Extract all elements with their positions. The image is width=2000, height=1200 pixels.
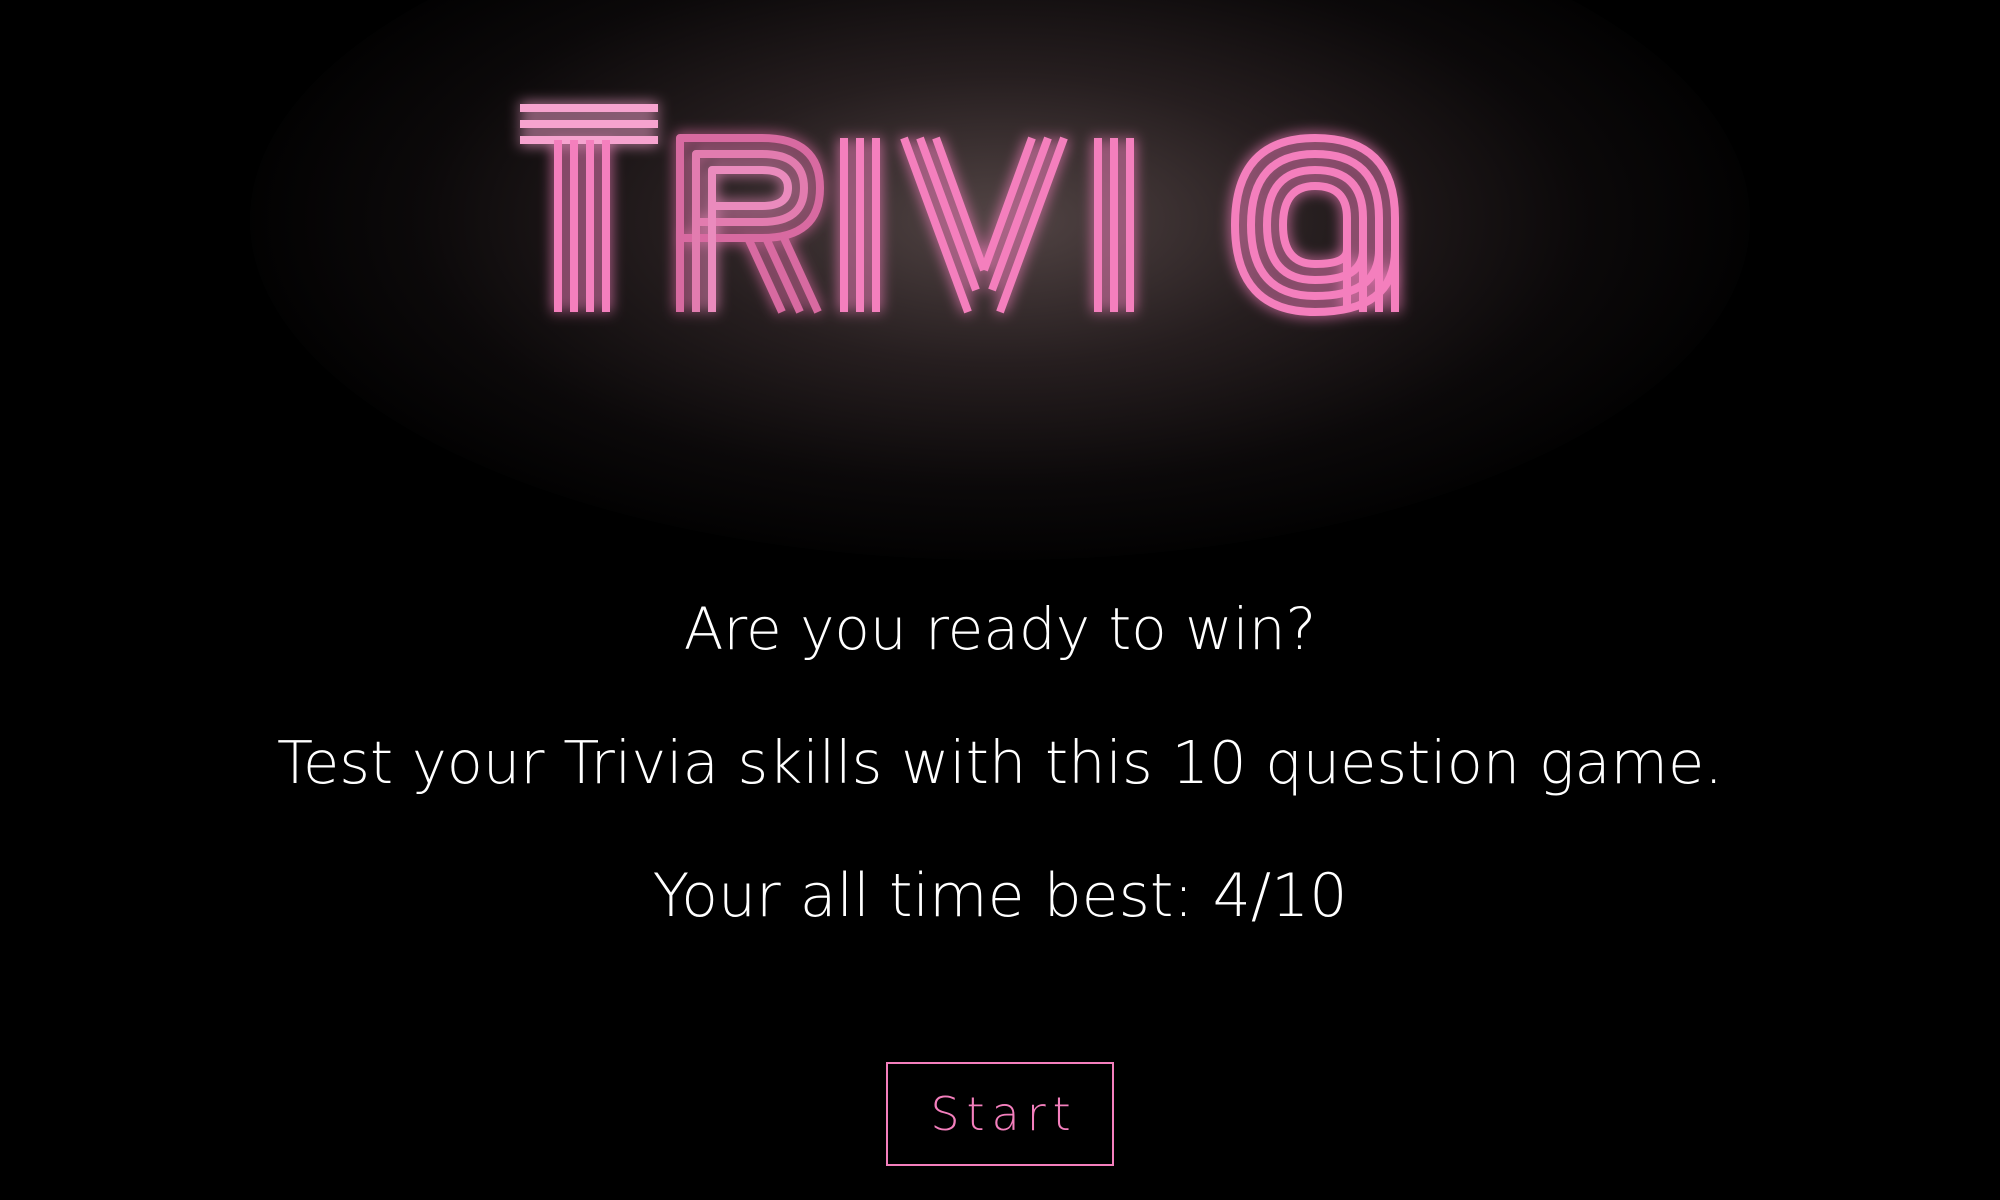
logo-letter-i-2 [1094, 138, 1134, 312]
logo-letter-t [520, 104, 658, 312]
start-screen: Are you ready to win? Test your Trivia s… [0, 0, 2000, 1200]
logo-letter-i [840, 138, 880, 312]
ready-prompt: Are you ready to win? [683, 595, 1317, 663]
best-score: Your all time best: 4/10 [652, 861, 1348, 931]
trivia-logo [520, 104, 1399, 316]
logo-letter-a [1231, 134, 1399, 316]
logo-letter-v [900, 136, 1068, 314]
game-description: Test your Trivia skills with this 10 que… [276, 728, 1724, 797]
start-button[interactable]: Start [886, 1062, 1114, 1166]
logo-letter-r [676, 134, 824, 314]
